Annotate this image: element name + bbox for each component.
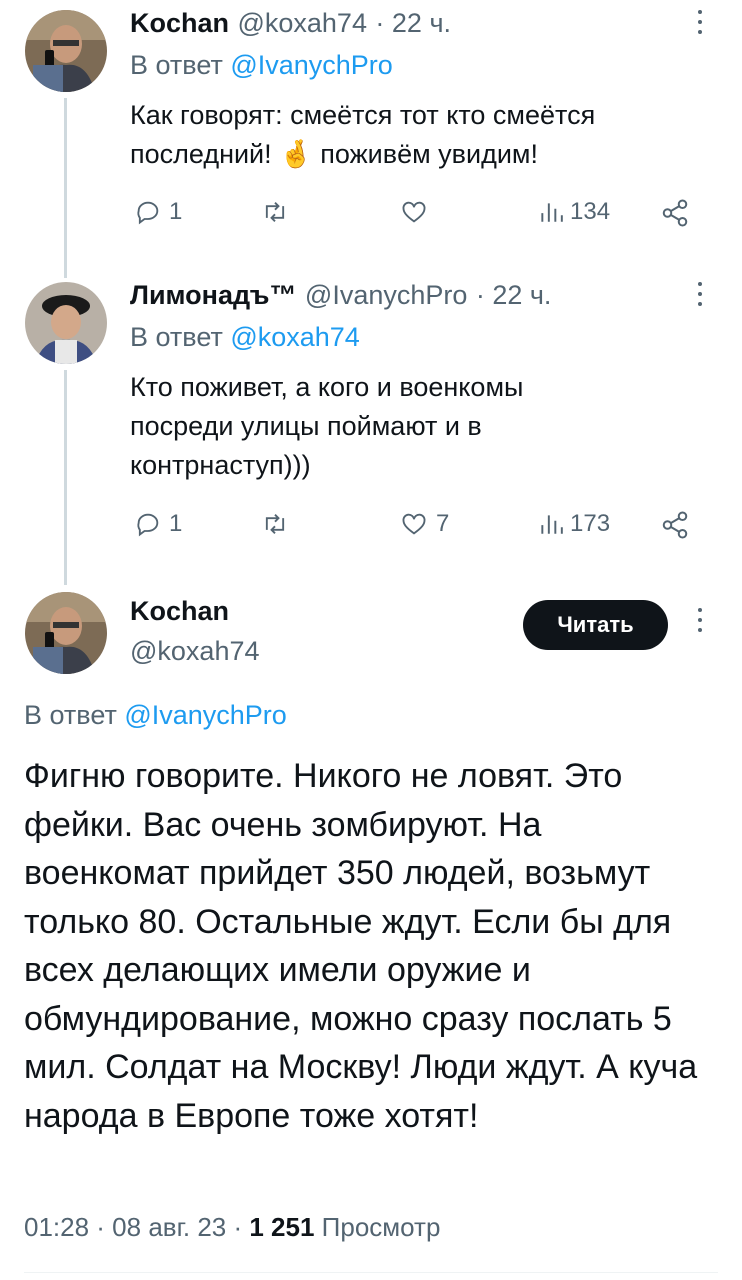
avatar-limonad[interactable] (25, 282, 107, 364)
reply-icon (137, 513, 159, 537)
share-icon (662, 511, 688, 539)
reply-count: 1 (169, 198, 183, 225)
retweet-icon (265, 202, 285, 222)
like-button[interactable]: 7 (398, 510, 449, 538)
tweet2-reply-to: В ответ @koxah74 (130, 322, 360, 352)
more-icon[interactable] (698, 282, 704, 312)
reply-icon (137, 201, 159, 225)
avatar-kochan[interactable] (25, 10, 107, 92)
follow-button[interactable]: Читать (523, 600, 668, 650)
retweet-button[interactable] (258, 510, 292, 538)
tweet1-reply-to: В ответ @IvanychPro (130, 50, 393, 80)
main-views-label: Просмотр (314, 1212, 441, 1242)
main-text: Фигню говорите. Никого не ловят. Это фей… (24, 757, 698, 1135)
tweet2-text: Кто поживет, а кого и военкомы посреди у… (130, 372, 531, 480)
tweet2-reply-handle[interactable]: @koxah74 (230, 322, 360, 352)
retweet-button[interactable] (258, 198, 292, 226)
views-count: 173 (570, 510, 611, 537)
tweet2-name[interactable]: Лимонадъ™ (130, 280, 296, 310)
like-count: 7 (436, 510, 450, 537)
views-button[interactable]: 173 (538, 510, 610, 538)
tweet1-name[interactable]: Kochan (130, 8, 229, 38)
main-handle[interactable]: @koxah74 (130, 636, 260, 667)
views-count: 134 (570, 198, 611, 225)
main-footer: 01:28 · 08 авг. 23 · 1 251 Просмотр (24, 1212, 440, 1243)
reply-button[interactable]: 1 (133, 198, 182, 226)
main-reply-handle[interactable]: @IvanychPro (124, 700, 286, 730)
like-icon (402, 201, 426, 223)
tweet1-reply-handle[interactable]: @IvanychPro (230, 50, 392, 80)
share-icon (662, 199, 688, 227)
more-icon[interactable] (698, 608, 704, 638)
main-timestamp[interactable]: 01:28 · 08 авг. 23 · (24, 1212, 249, 1242)
views-icon (541, 515, 563, 534)
tweet1-time[interactable]: · 22 ч. (375, 8, 451, 38)
avatar-kochan-main[interactable] (25, 592, 107, 674)
divider (24, 1272, 718, 1273)
views-icon (541, 203, 563, 222)
share-button[interactable] (660, 510, 690, 540)
more-icon[interactable] (698, 10, 704, 40)
views-button[interactable]: 134 (538, 198, 610, 226)
thread-line-1 (64, 98, 67, 278)
retweet-icon (265, 514, 285, 534)
tweet2-time[interactable]: · 22 ч. (476, 280, 552, 310)
reply-button[interactable]: 1 (133, 510, 182, 538)
reply-count: 1 (169, 510, 183, 537)
like-icon (402, 513, 426, 535)
main-views-count: 1 251 (249, 1212, 315, 1242)
tweet1-text: Как говорят: смеётся тот кто смеётся пос… (130, 100, 603, 169)
tweet1-handle[interactable]: @koxah74 (237, 8, 367, 38)
tweet2-handle[interactable]: @IvanychPro (305, 280, 467, 310)
main-reply-to: В ответ @IvanychPro (24, 700, 287, 730)
share-button[interactable] (660, 198, 690, 228)
like-button[interactable] (398, 198, 430, 226)
main-name[interactable]: Kochan (130, 596, 229, 627)
thread-line-2 (64, 370, 67, 585)
